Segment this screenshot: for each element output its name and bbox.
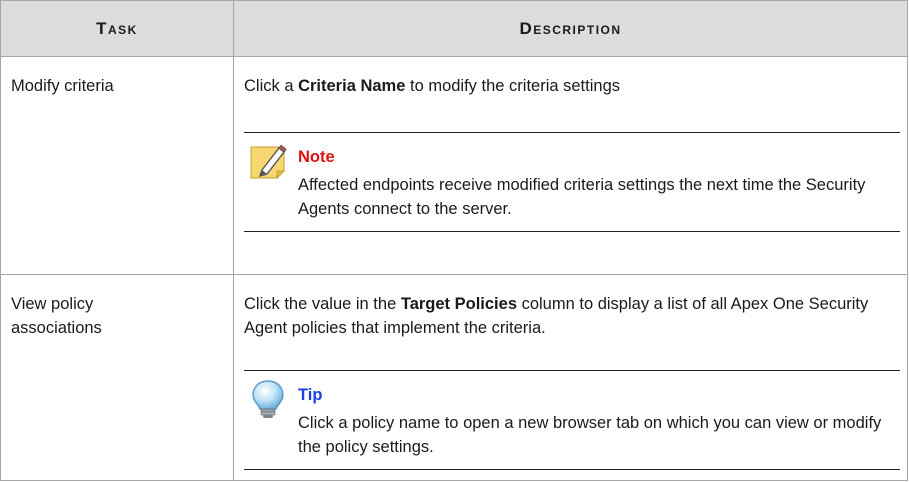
task-cell: View policy associations <box>0 274 234 481</box>
description-text-bold: Target Policies <box>400 295 517 313</box>
tip-title: Tip <box>298 386 323 404</box>
note-body: Affected endpoints receive modified crit… <box>298 176 866 218</box>
description-text: Click a Criteria Name to modify the crit… <box>244 74 900 98</box>
column-header-description: Description <box>233 0 908 57</box>
column-header-task: Task <box>0 0 234 57</box>
description-text: Click the value in the Target Policies c… <box>244 292 900 340</box>
table-row: Modify criteria Click a Criteria Name to… <box>0 56 908 275</box>
task-cell: Modify criteria <box>0 56 234 275</box>
task-description-table: Task Description Modify criteria Click a… <box>0 0 908 481</box>
task-label: Modify criteria <box>11 77 114 95</box>
tip-callout: Tip Click a policy name to open a new br… <box>244 370 900 470</box>
description-text-pre: Click the value in the <box>244 295 401 313</box>
lightbulb-icon <box>252 380 284 418</box>
note-callout: Note Affected endpoints receive modified… <box>244 132 900 232</box>
description-cell: Click the value in the Target Policies c… <box>233 274 908 481</box>
column-header-description-label: Description <box>519 18 622 38</box>
table-header-row: Task Description <box>0 0 908 57</box>
description-cell: Click a Criteria Name to modify the crit… <box>233 56 908 275</box>
task-label: View policy associations <box>11 295 102 337</box>
description-text-pre: Click a <box>244 77 299 95</box>
note-pencil-icon <box>250 144 287 180</box>
note-title: Note <box>298 148 335 166</box>
description-text-bold: Criteria Name <box>298 77 406 95</box>
column-header-task-label: Task <box>96 18 138 38</box>
tip-body: Click a policy name to open a new browse… <box>298 414 882 456</box>
table-row: View policy associations Click the value… <box>0 274 908 481</box>
description-text-post: to modify the criteria settings <box>405 77 620 95</box>
